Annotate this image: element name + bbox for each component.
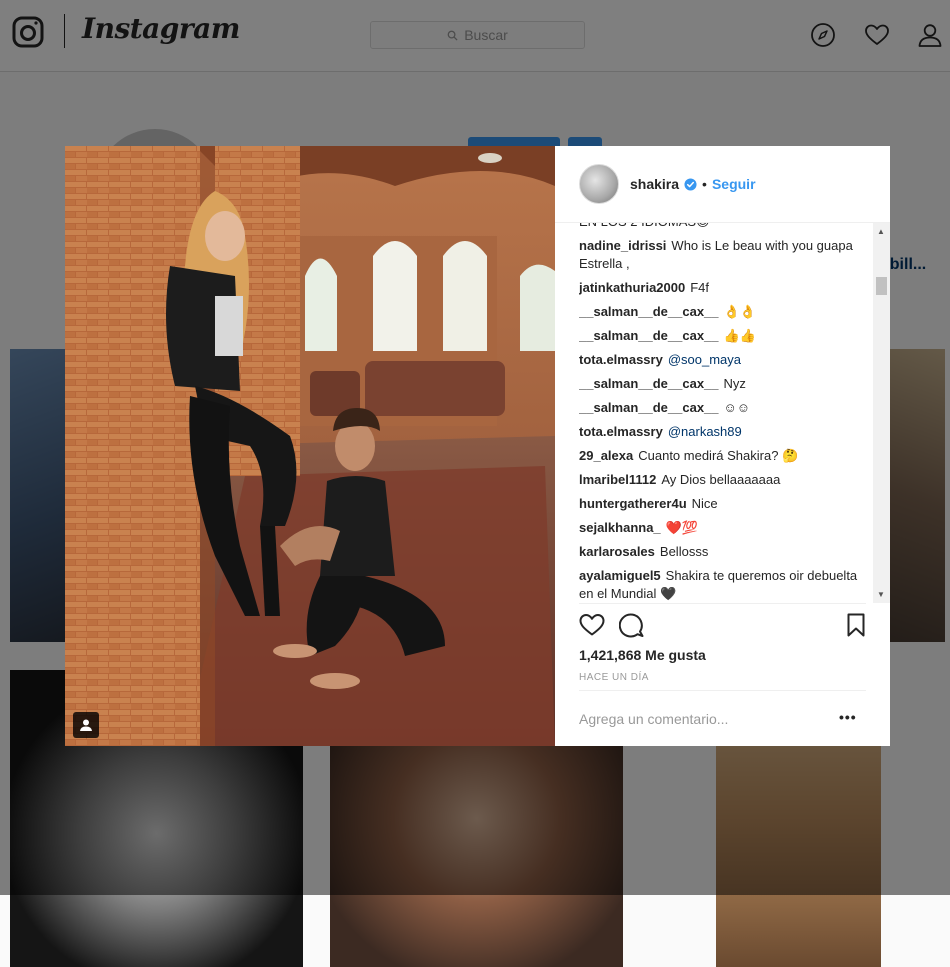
comment-bubble-icon[interactable] [619, 612, 645, 638]
author-avatar[interactable] [579, 164, 619, 204]
comment-username[interactable]: tota.elmassry [579, 352, 663, 367]
comment-item: __salman__de__cax__ 👌👌 [579, 303, 869, 321]
like-heart-icon[interactable] [579, 612, 605, 638]
comment-text: ❤️💯 [665, 520, 699, 535]
comment-text: F4f [690, 280, 710, 295]
follow-button[interactable]: Seguir [712, 176, 756, 192]
post-actions [579, 612, 866, 638]
post-timestamp[interactable]: HACE UN DÍA [579, 672, 649, 683]
comment-username[interactable]: 29_alexa [579, 448, 633, 463]
comment-item: jatinkathuria2000 F4f [579, 279, 869, 297]
author-info: shakira • Seguir [630, 176, 756, 192]
comment-item: karlarosales Bellosss [579, 543, 869, 561]
user-tag-icon [80, 719, 92, 731]
comment-username[interactable]: huntergatherer4u [579, 496, 687, 511]
post-photo-illustration [65, 146, 555, 746]
comment-item: __salman__de__cax__ 👍👍 [579, 327, 869, 345]
comment-username[interactable]: sejalkhanna_ [579, 520, 661, 535]
comment-username[interactable]: tota.elmassry [579, 424, 663, 439]
add-comment-input[interactable]: Agrega un comentario... [579, 711, 728, 727]
scroll-down-arrow-icon[interactable]: ▼ [877, 590, 885, 599]
divider [579, 603, 866, 604]
comment-item: __salman__de__cax__ ☺☺ [579, 399, 869, 417]
comment-item: 29_alexa Cuanto medirá Shakira? 🤔 [579, 447, 869, 465]
comment-mention-link[interactable]: @narkash89 [668, 424, 742, 439]
comment-mention-link[interactable]: @soo_maya [668, 352, 741, 367]
comment-item: lmaribel1112 Ay Dios bellaaaaaaa [579, 471, 869, 489]
verified-badge-icon [684, 177, 697, 191]
comment-text: 👌👌 [723, 304, 756, 319]
scrollbar-thumb[interactable] [876, 277, 887, 295]
comment-item: nadine_idrissi Who is Le beau with you gu… [579, 237, 869, 273]
comment-text: Nyz [723, 376, 746, 391]
comment-item: huntergatherer4u Nice [579, 495, 869, 513]
tagged-users-button[interactable] [73, 712, 99, 738]
comment-username[interactable]: __salman__de__cax__ [579, 304, 719, 319]
post-side-panel: shakira • Seguir EN LOS 2 IDIOMAS😊 nadine… [555, 146, 890, 746]
scroll-up-arrow-icon[interactable]: ▲ [877, 227, 885, 236]
comment-item: tota.elmassry @narkash89 [579, 423, 869, 441]
post-header: shakira • Seguir [555, 146, 890, 223]
author-username[interactable]: shakira [630, 176, 679, 192]
post-modal: shakira • Seguir EN LOS 2 IDIOMAS😊 nadine… [65, 146, 890, 746]
comment-text: Ay Dios bellaaaaaaa [661, 472, 781, 487]
comment-item: ayalamiguel5 Shakira te queremos oir debu… [579, 567, 869, 603]
divider [579, 690, 866, 691]
bookmark-icon[interactable] [843, 612, 869, 638]
comment-username[interactable]: karlarosales [579, 544, 655, 559]
comment-username[interactable]: lmaribel1112 [579, 472, 656, 487]
comments-scroll-content: EN LOS 2 IDIOMAS😊 nadine_idrissiWho is Le… [579, 223, 869, 603]
comment-text: ☺☺ [723, 400, 751, 415]
comment-username[interactable]: nadine_idrissi [579, 238, 666, 253]
comment-item: EN LOS 2 IDIOMAS😊 [579, 223, 869, 231]
comment-item: __salman__de__cax__ Nyz [579, 375, 869, 393]
comment-text: 👍👍 [723, 328, 756, 343]
comment-text: Bellosss [659, 544, 709, 559]
comment-text: Cuanto medirá Shakira? 🤔 [638, 448, 799, 463]
comment-username[interactable]: jatinkathuria2000 [579, 280, 685, 295]
like-count[interactable]: 1,421,868 Me gusta [579, 647, 706, 663]
comment-username[interactable]: __salman__de__cax__ [579, 376, 719, 391]
separator-dot: • [702, 176, 707, 192]
comments-list[interactable]: EN LOS 2 IDIOMAS😊 nadine_idrissiWho is Le… [579, 223, 869, 603]
comments-scrollbar[interactable]: ▲ ▼ [873, 223, 890, 603]
comment-text: Nice [691, 496, 718, 511]
comment-username[interactable]: __salman__de__cax__ [579, 400, 719, 415]
post-photo[interactable] [65, 146, 555, 746]
comment-item: sejalkhanna_ ❤️💯 [579, 519, 869, 537]
comment-item: tota.elmassry @soo_maya [579, 351, 869, 369]
comment-username[interactable]: ayalamiguel5 [579, 568, 661, 583]
comment-text: EN LOS 2 IDIOMAS😊 [579, 223, 710, 229]
comment-username[interactable]: __salman__de__cax__ [579, 328, 719, 343]
more-options-button[interactable]: ••• [839, 709, 857, 725]
